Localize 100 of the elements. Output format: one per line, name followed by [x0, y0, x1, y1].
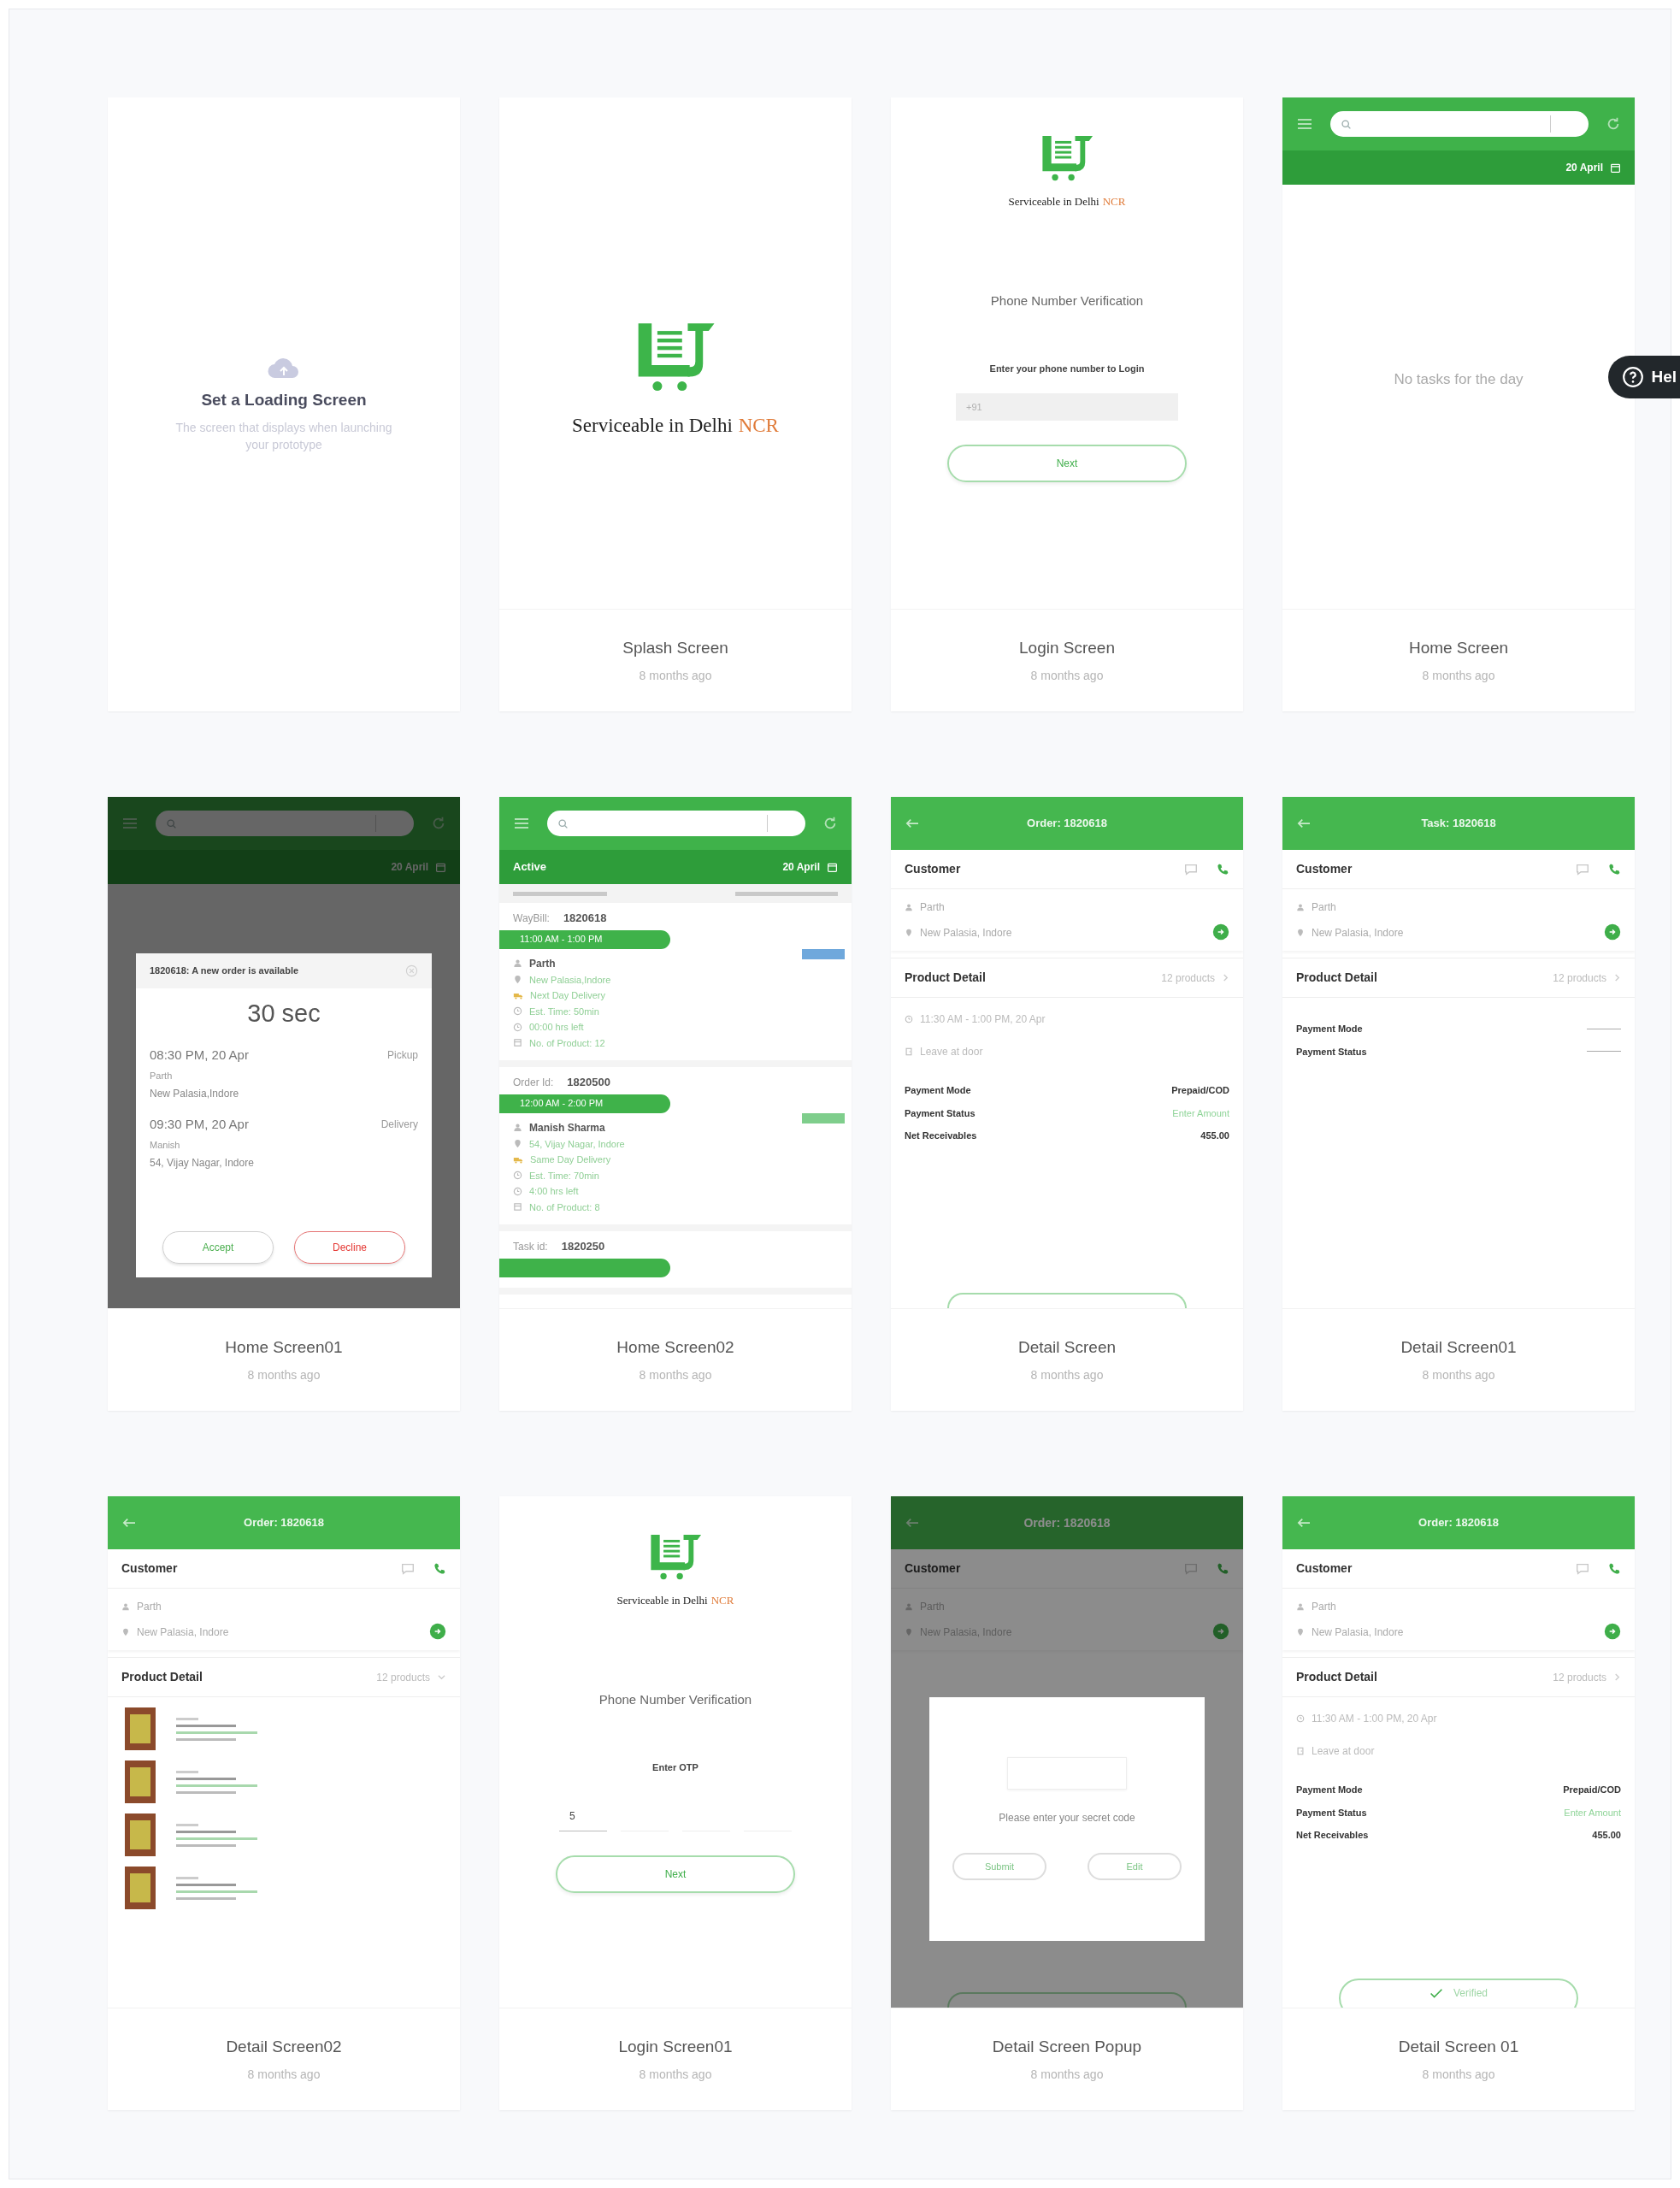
navigation-icon[interactable] — [1212, 1623, 1229, 1640]
refresh-icon[interactable] — [1606, 116, 1621, 132]
stop-address: New Palasia,Indore — [150, 1087, 240, 1101]
search-field[interactable] — [1330, 111, 1589, 137]
search-field[interactable] — [547, 811, 805, 836]
screen-name: Detail Screen Popup — [992, 2036, 1142, 2057]
screen-card[interactable]: Order: 1820618 Customer Parth New Palasia, Indore Product Detail 12 products Detail Screen02 8 months ago — [108, 1496, 460, 2110]
task-detail-text: 4:00 hrs left — [529, 1185, 579, 1198]
screen-card[interactable]: Task: 1820618 Customer Parth New Palasia, Indore Product Detail 12 products Payment Mode Payment Status Detail Screen01 8 months ago — [1282, 797, 1635, 1411]
customer-name: Parth — [920, 900, 945, 915]
payment-label: Payment Mode — [1296, 1784, 1363, 1796]
product-detail-row[interactable]: Product Detail 12 products — [1282, 1657, 1635, 1697]
date-label: 20 April — [391, 860, 428, 875]
popup-heading: 1820618: A new order is available — [150, 964, 299, 977]
empty-value-line — [1587, 1028, 1621, 1029]
customer-address: New Palasia, Indore — [1312, 1625, 1404, 1640]
person-icon — [905, 903, 913, 911]
payment-label: Net Receivables — [1296, 1829, 1369, 1842]
door-icon — [1296, 1747, 1305, 1755]
screen-card[interactable]: Serviceable in Delhi NCR Phone Number Verification Enter your phone number to Login +91 Next Login Screen 8 months ago — [891, 97, 1243, 711]
help-button[interactable]: Hel — [1608, 356, 1680, 398]
person-icon — [1296, 903, 1305, 911]
placeholder-line — [176, 1717, 198, 1720]
back-arrow-icon[interactable] — [121, 1517, 137, 1529]
section-label: Product Detail — [1296, 1669, 1377, 1685]
calendar-icon[interactable] — [435, 861, 446, 873]
payment-value: 455.00 — [1592, 1829, 1621, 1842]
product-detail-row[interactable]: Product Detail 12 products — [1282, 958, 1635, 998]
empty-value-line — [1587, 1051, 1621, 1053]
secret-code-button[interactable] — [947, 1293, 1187, 1308]
section-label: Customer — [905, 1560, 961, 1577]
phone-input[interactable]: +91 — [956, 392, 1178, 421]
product-photo-placeholder — [125, 1867, 156, 1909]
clock-icon — [513, 1022, 522, 1032]
close-icon[interactable] — [405, 964, 418, 977]
placeholder-line — [176, 1777, 236, 1780]
stop-time: 08:30 PM, 20 Apr — [150, 1047, 249, 1064]
task-detail-text: Parth — [529, 956, 556, 971]
person-icon — [1296, 1602, 1305, 1611]
screen-card[interactable] — [891, 797, 1243, 1411]
screen-name: Detail Screen01 — [1400, 1336, 1517, 1358]
menu-icon[interactable] — [513, 817, 530, 830]
payment-label: Net Receivables — [905, 1129, 977, 1142]
refresh-icon[interactable] — [822, 816, 838, 831]
secret-code-button[interactable] — [947, 1992, 1187, 2008]
empty-state-message: No tasks for the day — [1394, 370, 1524, 390]
search-field[interactable] — [156, 811, 414, 836]
payment-label: Payment Mode — [905, 1084, 971, 1097]
menu-icon[interactable] — [1296, 117, 1313, 131]
phone-icon[interactable] — [1216, 1561, 1229, 1576]
back-arrow-icon[interactable] — [1296, 817, 1312, 829]
back-arrow-icon[interactable] — [905, 1517, 920, 1529]
delivery-instruction: Leave at door — [1312, 1744, 1375, 1759]
navigation-icon[interactable] — [1212, 923, 1229, 941]
screen-name: Home Screen02 — [616, 1336, 734, 1358]
screen-card[interactable] — [499, 797, 852, 1411]
product-detail-row[interactable]: Product Detail 12 products — [108, 1657, 460, 1697]
product-count: 12 products — [1161, 970, 1215, 986]
calendar-icon[interactable] — [1610, 162, 1621, 174]
screen-card[interactable]: 20 April No tasks for the day Home Screen 8 months ago — [1282, 97, 1635, 711]
otp-input[interactable]: 5 — [559, 1802, 607, 1831]
screen-name: Home Screen01 — [225, 1336, 343, 1358]
stop-address: 54, Vijay Nagar, Indore — [150, 1156, 255, 1171]
phone-icon[interactable] — [1216, 862, 1229, 876]
tab[interactable]: Active — [513, 858, 547, 876]
payment-label: Payment Status — [1296, 1806, 1367, 1819]
pin-icon — [513, 975, 522, 985]
delivery-slot: 11:30 AM - 1:00 PM, 20 Apr — [920, 1011, 1046, 1027]
clock-icon — [905, 1015, 913, 1023]
search-icon — [166, 817, 177, 829]
back-arrow-icon[interactable] — [1296, 1517, 1312, 1529]
phone-icon[interactable] — [1607, 1561, 1621, 1576]
modified-time: 8 months ago — [1422, 668, 1495, 685]
customer-address: New Palasia, Indore — [137, 1625, 229, 1640]
navigation-icon[interactable] — [1604, 1623, 1621, 1640]
screen-card[interactable]: Serviceable in Delhi NCR Splash Screen 8 months ago — [499, 97, 852, 711]
verification-heading: Phone Number Verification — [990, 292, 1144, 310]
customer-address: New Palasia, Indore — [1312, 926, 1404, 941]
screen-card[interactable]: Serviceable in Delhi NCR Phone Number Verification Enter OTP 5 Next Login Screen01 8 months ago — [499, 1496, 852, 2110]
pin-icon — [905, 1628, 913, 1637]
phone-icon[interactable] — [433, 1561, 446, 1576]
navigation-icon[interactable] — [429, 1623, 446, 1640]
pin-icon — [905, 929, 913, 937]
pin-icon — [1296, 1628, 1305, 1637]
task-detail-text: Next Day Delivery — [530, 989, 606, 1002]
modified-time: 8 months ago — [247, 2067, 321, 2084]
placeholder-line — [176, 1830, 236, 1833]
product-detail-row[interactable]: Product Detail 12 products — [891, 958, 1243, 998]
screen-name: Detail Screen02 — [226, 2036, 342, 2057]
placeholder-line — [176, 1724, 236, 1727]
back-arrow-icon[interactable] — [905, 817, 920, 829]
screen-card[interactable]: 20 April 1820618: A new order is available 30 sec 08:30 PM, 20 Apr Pickup Parth New Palasia,Indore 09:30 PM, 20 Apr Delivery Manish 54, Vijay Nagar, Indore Accept Decline Home Screen01 8 months ago — [108, 797, 460, 1411]
screen-card[interactable] — [1282, 1496, 1635, 2110]
navigation-icon[interactable] — [1604, 923, 1621, 941]
phone-icon[interactable] — [1607, 862, 1621, 876]
payment-label: Payment Mode — [1296, 1023, 1363, 1035]
calendar-icon[interactable] — [827, 861, 838, 873]
person-icon — [121, 1602, 130, 1611]
popup-message: Please enter your secret code — [999, 1811, 1135, 1825]
screen-name: Detail Screen 01 — [1398, 2036, 1519, 2057]
